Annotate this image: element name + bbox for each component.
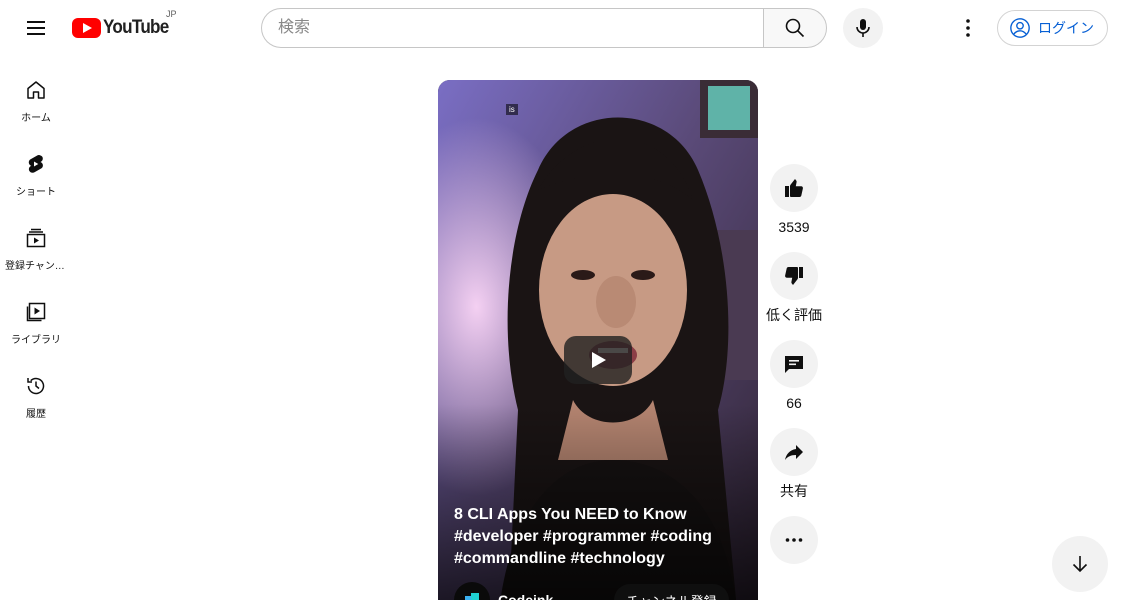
sidebar-item-library[interactable]: ライブラリ xyxy=(4,278,68,352)
channel-info: Codeink チャンネル登録 xyxy=(454,582,744,600)
history-icon xyxy=(27,377,45,395)
play-icon xyxy=(592,352,606,368)
login-button[interactable]: ログイン xyxy=(997,10,1108,46)
comments-button[interactable] xyxy=(770,340,818,388)
sidebar-item-home[interactable]: ホーム xyxy=(4,56,68,130)
microphone-icon xyxy=(856,19,870,37)
login-label: ログイン xyxy=(1038,20,1094,36)
share-label: 共有 xyxy=(780,483,808,499)
account-circle-icon xyxy=(1010,18,1030,38)
search-box xyxy=(261,8,827,48)
shorts-player[interactable]: is 8 CLI Apps You NEED to Know #develope… xyxy=(438,80,758,600)
channel-avatar[interactable] xyxy=(454,582,490,600)
comment-count: 66 xyxy=(786,395,802,411)
dislike-action: 低く評価 xyxy=(766,252,822,340)
like-count: 3539 xyxy=(778,219,810,235)
search-icon xyxy=(785,18,805,38)
menu-line xyxy=(27,21,45,23)
settings-more-button[interactable] xyxy=(948,8,988,48)
sidebar-item-history[interactable]: 履歴 xyxy=(4,352,68,426)
guide-menu-button[interactable] xyxy=(16,8,56,48)
sidebar-item-shorts[interactable]: ショート xyxy=(4,130,68,204)
home-icon xyxy=(27,81,45,99)
next-short-button[interactable] xyxy=(1052,536,1108,592)
channel-logo-icon xyxy=(465,593,479,600)
more-actions-button[interactable] xyxy=(770,516,818,564)
more-vert-icon xyxy=(966,19,970,37)
channel-name[interactable]: Codeink xyxy=(498,592,553,600)
sidebar-item-label: 登録チャンネル xyxy=(5,261,67,272)
dislike-label: 低く評価 xyxy=(766,307,822,323)
thumb-up-icon xyxy=(785,179,803,197)
sidebar-item-subscriptions[interactable]: 登録チャンネル xyxy=(4,204,68,278)
share-action: 共有 xyxy=(770,428,818,516)
play-button[interactable] xyxy=(564,336,632,384)
comment-icon xyxy=(785,356,803,373)
logo-wordmark: YouTube xyxy=(103,17,169,38)
subscriptions-icon xyxy=(26,228,46,248)
menu-line xyxy=(27,27,45,29)
region-code: JP xyxy=(166,9,177,19)
more-horiz-icon xyxy=(785,538,803,542)
share-button[interactable] xyxy=(770,428,818,476)
masthead: YouTube JP ログイン xyxy=(0,0,1124,56)
thumb-down-icon xyxy=(785,267,803,285)
sidebar-item-label: 履歴 xyxy=(26,409,46,420)
share-icon xyxy=(785,445,803,460)
search-input[interactable] xyxy=(261,8,763,48)
youtube-logo[interactable]: YouTube JP xyxy=(72,9,177,42)
sidebar-item-label: ライブラリ xyxy=(11,335,61,346)
shorts-icon xyxy=(28,155,43,173)
menu-line xyxy=(27,33,45,35)
sidebar-item-label: ショート xyxy=(16,187,56,198)
like-button[interactable] xyxy=(770,164,818,212)
short-title[interactable]: 8 CLI Apps You NEED to Know #developer #… xyxy=(454,504,744,570)
subscribe-button[interactable]: チャンネル登録 xyxy=(614,584,729,600)
mini-guide: ホーム ショート 登録チャンネル ライブラリ 履歴 xyxy=(4,56,68,426)
short-actions: 3539 低く評価 66 共有 xyxy=(766,164,822,564)
arrow-down-icon xyxy=(1072,556,1088,573)
more-action xyxy=(770,516,818,564)
search-button[interactable] xyxy=(763,8,827,48)
voice-search-button[interactable] xyxy=(843,8,883,48)
video-watermark-badge: is xyxy=(506,104,518,115)
comment-action: 66 xyxy=(770,340,818,428)
library-icon xyxy=(26,302,46,322)
dislike-button[interactable] xyxy=(770,252,818,300)
like-action: 3539 xyxy=(770,164,818,252)
youtube-play-logo-icon xyxy=(72,18,101,38)
sidebar-item-label: ホーム xyxy=(21,113,51,124)
